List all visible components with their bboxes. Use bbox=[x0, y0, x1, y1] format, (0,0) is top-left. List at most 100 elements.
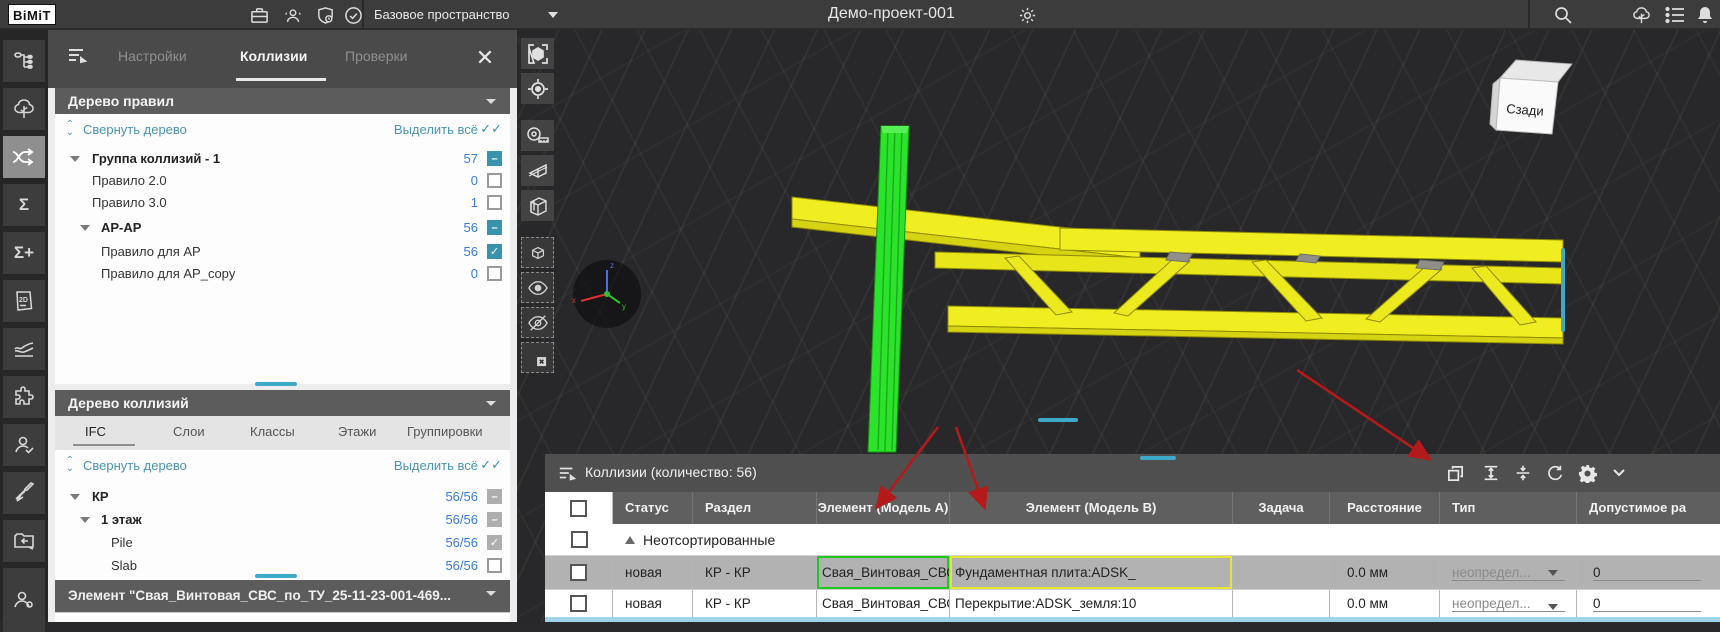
clear-isolation-button[interactable] bbox=[521, 342, 554, 373]
sidebar-item-sum[interactable]: Σ bbox=[3, 184, 45, 226]
tree-row-kr[interactable]: КР 56/56 bbox=[55, 486, 510, 508]
checkbox-checked[interactable] bbox=[487, 244, 502, 259]
app-logo[interactable]: BiMiT bbox=[8, 4, 56, 25]
column-task[interactable]: Задача bbox=[1233, 492, 1330, 524]
sidebar-item-collisions[interactable] bbox=[3, 136, 45, 178]
panel-scroll-indicator[interactable] bbox=[255, 382, 297, 386]
team-icon[interactable] bbox=[282, 4, 304, 26]
cell-element-b-highlighted[interactable]: Фундаментная плита:ADSK_ bbox=[950, 556, 1233, 589]
column-element-a[interactable]: Элемент (Модель А) bbox=[817, 492, 950, 524]
cell-type-dropdown[interactable]: неопредел... bbox=[1440, 556, 1577, 589]
cell-element-a[interactable]: Свая_Винтовая_СВС_по_ТУ_ bbox=[817, 590, 950, 617]
sidebar-item-2d-sheets[interactable]: 2D bbox=[3, 280, 45, 322]
nav-cube[interactable] bbox=[1490, 60, 1572, 134]
caret-down-icon[interactable] bbox=[80, 517, 90, 523]
sidebar-item-sum-add[interactable]: Σ+ bbox=[3, 232, 45, 274]
column-allowed-distance[interactable]: Допустимое ра bbox=[1577, 492, 1720, 524]
table-horizontal-scrollbar[interactable] bbox=[545, 617, 1720, 622]
sidebar-item-users[interactable] bbox=[3, 568, 45, 632]
copy-collisions-icon[interactable] bbox=[1443, 461, 1467, 485]
tab-floors[interactable]: Этажи bbox=[338, 424, 376, 439]
checkbox-indeterminate[interactable] bbox=[487, 151, 502, 166]
tab-grouping[interactable]: Группировки bbox=[407, 424, 483, 439]
cell-element-b[interactable]: Перекрытие:ADSK_земля:10 bbox=[950, 590, 1233, 617]
column-type[interactable]: Тип bbox=[1440, 492, 1577, 524]
workspace-selector[interactable]: Базовое пространство bbox=[374, 7, 510, 22]
check-circle-icon[interactable] bbox=[342, 4, 364, 26]
element-section-header[interactable]: Элемент "Свая_Винтовая_СВС_по_ТУ_25-11-2… bbox=[55, 580, 510, 612]
rules-tree-header[interactable]: Дерево правил bbox=[55, 88, 510, 114]
sidebar-item-structure-tree[interactable] bbox=[3, 40, 45, 82]
checkbox-checked-gray[interactable] bbox=[487, 535, 502, 550]
chevron-down-icon[interactable] bbox=[548, 12, 558, 18]
cell-type-dropdown[interactable]: неопредел... bbox=[1440, 590, 1577, 617]
panel-scroll-indicator[interactable] bbox=[255, 574, 297, 578]
column-element-b[interactable]: Элемент (Модель В) bbox=[950, 492, 1233, 524]
tree-row-rule-for-ar[interactable]: Правило для АР 56 bbox=[55, 241, 510, 263]
select-all-link[interactable]: Выделить всё bbox=[394, 458, 478, 473]
collapse-tree-link[interactable]: Свернуть дерево bbox=[83, 458, 187, 473]
select-all-link[interactable]: Выделить всё bbox=[394, 122, 478, 137]
checkbox-unchecked[interactable] bbox=[487, 266, 502, 281]
cell-element-a-highlighted[interactable]: Свая_Винтовая_СВС_по_ТУ bbox=[817, 556, 950, 589]
sidebar-item-export-folder[interactable] bbox=[3, 520, 45, 562]
select-all-icon[interactable]: ✓✓ bbox=[480, 121, 502, 137]
checkbox-unchecked[interactable] bbox=[487, 558, 502, 573]
sidebar-item-model-tree[interactable] bbox=[3, 88, 45, 130]
select-all-checkbox[interactable] bbox=[570, 500, 587, 517]
tab-layers[interactable]: Слои bbox=[173, 424, 205, 439]
collapse-tree-link[interactable]: Свернуть дерево bbox=[83, 122, 187, 137]
column-distance[interactable]: Расстояние bbox=[1330, 492, 1440, 524]
table-scroll-indicator[interactable] bbox=[1140, 456, 1176, 460]
collapse-table-chevron-icon[interactable] bbox=[1607, 461, 1631, 485]
zoom-fit-button[interactable] bbox=[521, 38, 554, 69]
checkbox-indeterminate-gray[interactable] bbox=[487, 512, 502, 527]
row-checkbox[interactable] bbox=[571, 531, 588, 548]
group-collapse-caret-icon[interactable] bbox=[625, 536, 635, 544]
model-tree-icon[interactable] bbox=[1630, 4, 1652, 26]
collapse-section-icon[interactable] bbox=[486, 401, 496, 406]
checkbox-unchecked[interactable] bbox=[487, 195, 502, 210]
show-selected-button[interactable] bbox=[521, 237, 554, 268]
table-settings-gear-icon[interactable] bbox=[1575, 461, 1599, 485]
tree-row-collision-group[interactable]: Группа коллизий - 1 57 bbox=[55, 148, 510, 170]
table-menu-icon[interactable] bbox=[555, 461, 579, 485]
table-row-selected[interactable]: новая КР - КР Свая_Винтовая_СВС_по_ТУ Фу… bbox=[545, 556, 1720, 590]
tab-checks[interactable]: Проверки bbox=[345, 48, 407, 64]
notifications-bell-icon[interactable] bbox=[1694, 4, 1716, 26]
row-checkbox[interactable] bbox=[570, 564, 587, 581]
tree-row-rule-3[interactable]: Правило 3.0 1 bbox=[55, 192, 510, 214]
collapse-panel-icon[interactable] bbox=[66, 44, 88, 66]
tree-row-rule-for-ar-copy[interactable]: Правило для АР_copy 0 bbox=[55, 263, 510, 285]
tab-settings[interactable]: Настройки bbox=[118, 48, 187, 64]
caret-down-icon[interactable] bbox=[80, 225, 90, 231]
caret-down-icon[interactable] bbox=[70, 156, 80, 162]
checkbox-indeterminate[interactable] bbox=[487, 220, 502, 235]
section-box-button[interactable] bbox=[521, 190, 554, 221]
sidebar-item-construction[interactable] bbox=[3, 472, 45, 514]
tree-row-ar-ar[interactable]: АР-АР 56 bbox=[55, 217, 510, 239]
row-checkbox[interactable] bbox=[570, 595, 587, 612]
select-all-icon[interactable]: ✓✓ bbox=[480, 457, 502, 473]
sidebar-item-charts[interactable] bbox=[3, 328, 45, 370]
table-row[interactable]: новая КР - КР Свая_Винтовая_СВС_по_ТУ_ П… bbox=[545, 590, 1720, 618]
checkbox-unchecked[interactable] bbox=[487, 173, 502, 188]
checkbox-indeterminate-gray[interactable] bbox=[487, 489, 502, 504]
briefcase-icon[interactable] bbox=[248, 4, 270, 26]
sidebar-item-approvals[interactable] bbox=[3, 424, 45, 466]
tab-classes[interactable]: Классы bbox=[250, 424, 295, 439]
column-status[interactable]: Статус bbox=[613, 492, 693, 524]
tree-row-rule-2[interactable]: Правило 2.0 0 bbox=[55, 170, 510, 192]
dropdown-caret-icon[interactable] bbox=[1548, 570, 1558, 576]
expand-rows-icon[interactable] bbox=[1479, 461, 1503, 485]
cell-allowed-input[interactable]: 0 bbox=[1577, 556, 1720, 589]
tree-row-floor-1[interactable]: 1 этаж 56/56 bbox=[55, 509, 510, 531]
close-panel-icon[interactable]: ✕ bbox=[472, 45, 498, 71]
measure-button[interactable] bbox=[521, 120, 554, 151]
shield-status-icon[interactable] bbox=[314, 4, 336, 26]
collisions-tree-header[interactable]: Дерево коллизий bbox=[55, 390, 510, 416]
group-row-unsorted[interactable]: Неотсортированные bbox=[545, 524, 1720, 556]
sidebar-item-plugins[interactable] bbox=[3, 376, 45, 418]
tab-collisions[interactable]: Коллизии bbox=[240, 48, 307, 64]
project-settings-gear-icon[interactable] bbox=[1016, 4, 1038, 26]
